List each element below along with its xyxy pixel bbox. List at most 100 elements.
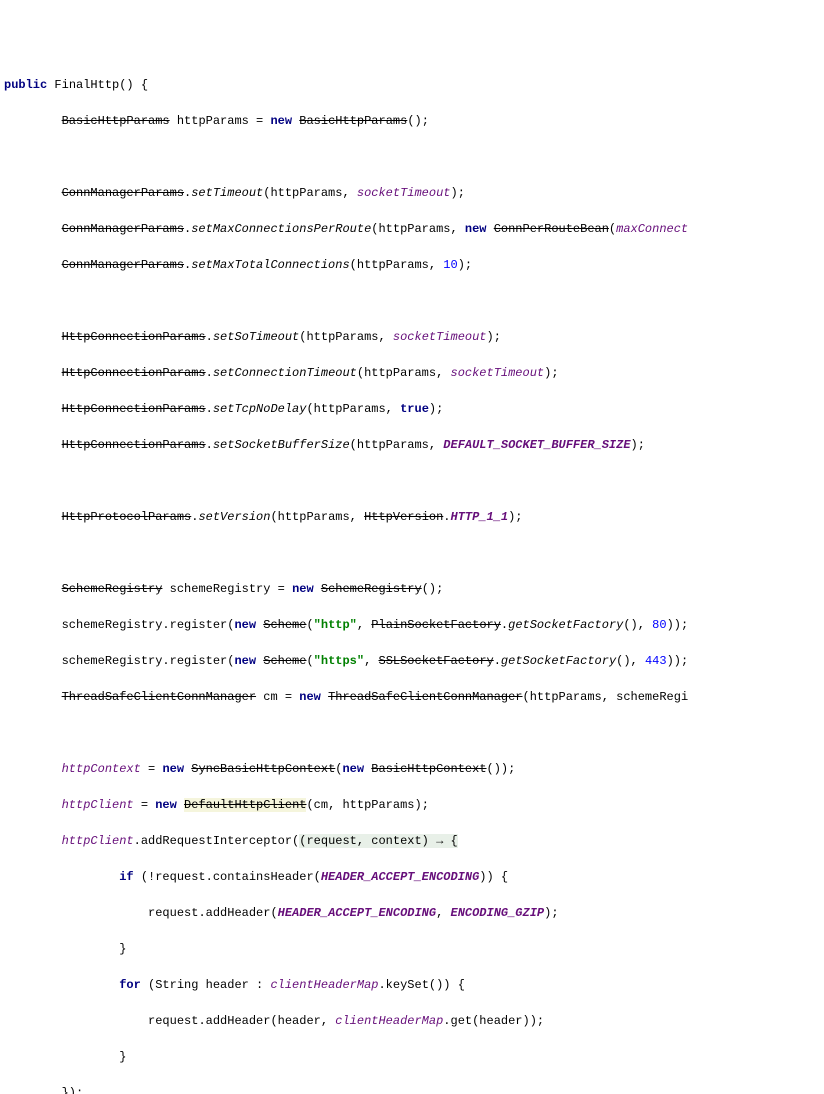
- code-line-7[interactable]: [4, 292, 820, 310]
- code-line-10[interactable]: HttpConnectionParams.setTcpNoDelay(httpP…: [4, 400, 820, 418]
- code-line-29[interactable]: });: [4, 1084, 820, 1094]
- string: "http": [314, 618, 357, 632]
- class-deprecated: HttpProtocolParams: [62, 510, 192, 524]
- code-line-15[interactable]: SchemeRegistry schemeRegistry = new Sche…: [4, 580, 820, 598]
- field: httpContext: [62, 762, 141, 776]
- text: );: [458, 258, 472, 272]
- text: (String header :: [141, 978, 271, 992]
- keyword: true: [400, 402, 429, 416]
- keyword: new: [292, 582, 314, 596]
- code-line-5[interactable]: ConnManagerParams.setMaxConnectionsPerRo…: [4, 220, 820, 238]
- text: [364, 762, 371, 776]
- code-line-13[interactable]: HttpProtocolParams.setVersion(httpParams…: [4, 508, 820, 526]
- indent: [4, 330, 62, 344]
- constant: ENCODING_GZIP: [451, 906, 545, 920]
- code-line-24[interactable]: request.addHeader(HEADER_ACCEPT_ENCODING…: [4, 904, 820, 922]
- text: (httpParams,: [357, 366, 451, 380]
- text: }: [119, 1050, 126, 1064]
- code-line-23[interactable]: if (!request.containsHeader(HEADER_ACCEP…: [4, 868, 820, 886]
- text: .get(header));: [443, 1014, 544, 1028]
- code-line-4[interactable]: ConnManagerParams.setTimeout(httpParams,…: [4, 184, 820, 202]
- class-deprecated: HttpConnectionParams: [62, 438, 206, 452]
- type-deprecated: ThreadSafeClientConnManager: [62, 690, 256, 704]
- keyword: new: [162, 762, 184, 776]
- method-call: setVersion: [198, 510, 270, 524]
- keyword: if: [119, 870, 133, 884]
- indent: [4, 582, 62, 596]
- number: 80: [652, 618, 666, 632]
- text: );: [429, 402, 443, 416]
- code-line-26[interactable]: for (String header : clientHeaderMap.key…: [4, 976, 820, 994]
- text: (httpParams,: [299, 330, 393, 344]
- text: (cm, httpParams);: [306, 798, 428, 812]
- text: ());: [487, 762, 516, 776]
- text: () {: [119, 78, 148, 92]
- text: (httpParams,: [371, 222, 465, 236]
- indent: [4, 114, 62, 128]
- indent: [4, 690, 62, 704]
- code-line-22[interactable]: httpClient.addRequestInterceptor((reques…: [4, 832, 820, 850]
- code-line-3[interactable]: [4, 148, 820, 166]
- class-deprecated: ConnManagerParams: [62, 186, 184, 200]
- keyword: new: [234, 654, 256, 668]
- code-line-11[interactable]: HttpConnectionParams.setSocketBufferSize…: [4, 436, 820, 454]
- var: schemeRegistry =: [162, 582, 292, 596]
- code-line-21[interactable]: httpClient = new DefaultHttpClient(cm, h…: [4, 796, 820, 814]
- code-line-12[interactable]: [4, 472, 820, 490]
- number: 10: [443, 258, 457, 272]
- indent: [4, 978, 119, 992]
- keyword: for: [119, 978, 141, 992]
- indent: [4, 510, 62, 524]
- code-line-2[interactable]: BasicHttpParams httpParams = new BasicHt…: [4, 112, 820, 130]
- var: cm =: [256, 690, 299, 704]
- field: socketTimeout: [451, 366, 545, 380]
- indent: [4, 222, 62, 236]
- text: [487, 222, 494, 236]
- dot: .: [206, 366, 213, 380]
- text: (: [306, 654, 313, 668]
- keyword: new: [270, 114, 292, 128]
- code-line-19[interactable]: [4, 724, 820, 742]
- code-line-20[interactable]: httpContext = new SyncBasicHttpContext(n…: [4, 760, 820, 778]
- code-line-8[interactable]: HttpConnectionParams.setSoTimeout(httpPa…: [4, 328, 820, 346]
- text: request.addHeader(header,: [148, 1014, 335, 1028]
- code-line-25[interactable]: }: [4, 940, 820, 958]
- indent: [4, 618, 62, 632]
- text: ,: [357, 618, 371, 632]
- indent: [4, 438, 62, 452]
- code-line-18[interactable]: ThreadSafeClientConnManager cm = new Thr…: [4, 688, 820, 706]
- text: );: [631, 438, 645, 452]
- constant: HEADER_ACCEPT_ENCODING: [278, 906, 436, 920]
- text: (),: [623, 618, 652, 632]
- indent: [4, 258, 62, 272]
- text: ));: [667, 618, 689, 632]
- field: maxConnect: [616, 222, 688, 236]
- dot: .: [206, 330, 213, 344]
- type-deprecated: BasicHttpParams: [299, 114, 407, 128]
- code-line-6[interactable]: ConnManagerParams.setMaxTotalConnections…: [4, 256, 820, 274]
- code-line-16[interactable]: schemeRegistry.register(new Scheme("http…: [4, 616, 820, 634]
- dot: .: [494, 654, 501, 668]
- code-line-27[interactable]: request.addHeader(header, clientHeaderMa…: [4, 1012, 820, 1030]
- constant: HTTP_1_1: [451, 510, 509, 524]
- keyword: new: [155, 798, 177, 812]
- text: });: [62, 1086, 84, 1094]
- keyword: new: [234, 618, 256, 632]
- code-line-28[interactable]: }: [4, 1048, 820, 1066]
- field: httpClient: [62, 798, 134, 812]
- indent: [4, 1050, 119, 1064]
- keyword: new: [299, 690, 321, 704]
- constant: HEADER_ACCEPT_ENCODING: [321, 870, 479, 884]
- var: httpParams =: [177, 114, 271, 128]
- method-call: getSocketFactory: [508, 618, 623, 632]
- code-line-9[interactable]: HttpConnectionParams.setConnectionTimeou…: [4, 364, 820, 382]
- code-line-17[interactable]: schemeRegistry.register(new Scheme("http…: [4, 652, 820, 670]
- class-deprecated-warn: DefaultHttpClient: [184, 798, 306, 812]
- class-deprecated: PlainSocketFactory: [371, 618, 501, 632]
- code-line-1[interactable]: public FinalHttp() {: [4, 76, 820, 94]
- indent: [4, 186, 62, 200]
- text: ));: [667, 654, 689, 668]
- text: (httpParams,: [263, 186, 357, 200]
- text: [184, 762, 191, 776]
- lambda: (request, context) → {: [299, 834, 457, 848]
